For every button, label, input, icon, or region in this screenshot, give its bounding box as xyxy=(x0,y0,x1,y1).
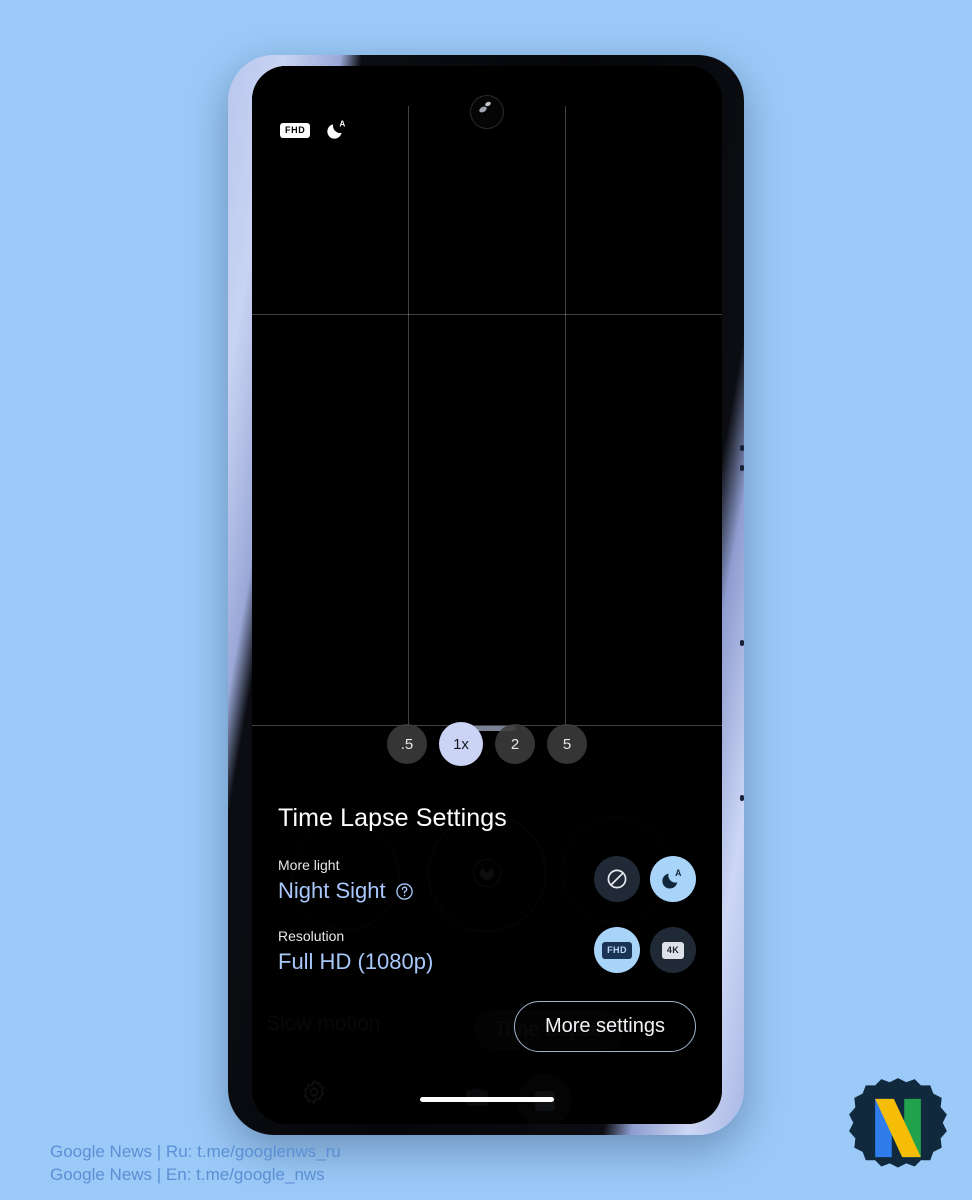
help-icon[interactable] xyxy=(395,882,414,901)
side-button-volume-down[interactable] xyxy=(740,640,744,646)
side-button-extra[interactable] xyxy=(740,795,744,801)
4k-badge-icon: 4K xyxy=(661,941,685,959)
side-button-power[interactable] xyxy=(740,445,744,451)
zoom-level-selector[interactable]: .5 1x 2 5 xyxy=(252,721,722,767)
option-more-light-night-sight-auto[interactable]: A xyxy=(650,856,696,902)
svg-text:A: A xyxy=(675,867,682,877)
grid-line-horizontal-top xyxy=(252,314,722,315)
svg-text:A: A xyxy=(340,119,346,128)
setting-value-text-night-sight: Night Sight xyxy=(278,878,386,903)
side-button-volume-up[interactable] xyxy=(740,465,744,471)
phone-device-frame: FHD A .5 1x 2 5 Slow motion xyxy=(228,55,744,1135)
front-camera-punch-hole xyxy=(471,96,503,128)
zoom-pill-0[interactable]: .5 xyxy=(387,724,427,764)
phone-screen: FHD A .5 1x 2 5 Slow motion xyxy=(252,66,722,1124)
fhd-badge[interactable]: FHD xyxy=(280,122,311,138)
setting-left-more-light: More light Night Sight xyxy=(278,855,414,904)
grid-line-vertical-right xyxy=(565,106,566,726)
option-resolution-fhd[interactable]: FHD xyxy=(594,927,640,973)
zoom-pill-2[interactable]: 2 xyxy=(495,724,535,764)
sheet-title: Time Lapse Settings xyxy=(278,804,507,832)
fhd-badge-icon: FHD xyxy=(602,941,632,959)
more-settings-button[interactable]: More settings xyxy=(513,1001,696,1052)
night-sight-auto-icon[interactable]: A xyxy=(326,118,350,142)
option-group-more-light[interactable]: A xyxy=(594,856,696,904)
option-more-light-off[interactable] xyxy=(594,856,640,902)
zoom-pill-3[interactable]: 5 xyxy=(547,724,587,764)
option-group-resolution[interactable]: FHD 4K xyxy=(594,927,696,975)
system-gesture-bar[interactable] xyxy=(420,1097,554,1102)
setting-left-resolution: Resolution Full HD (1080p) xyxy=(278,926,433,975)
setting-label-resolution: Resolution xyxy=(278,928,345,944)
google-news-logo xyxy=(846,1076,950,1180)
zoom-pill-1[interactable]: 1x xyxy=(439,722,483,766)
camera-viewfinder[interactable]: FHD A xyxy=(252,66,722,726)
setting-row-more-light: More light Night Sight A xyxy=(278,855,696,904)
grid-line-vertical-left xyxy=(408,106,409,726)
setting-label-more-light: More light xyxy=(278,857,340,873)
watermark-line-en: Google News | En: t.me/google_nws xyxy=(50,1165,325,1185)
watermark-line-ru: Google News | Ru: t.me/googlenws_ru xyxy=(50,1142,341,1161)
setting-row-resolution: Resolution Full HD (1080p) FHD 4K xyxy=(278,926,696,975)
setting-value-more-light: Night Sight xyxy=(278,878,414,904)
viewfinder-status-icons: FHD A xyxy=(280,118,350,142)
option-resolution-4k[interactable]: 4K xyxy=(650,927,696,973)
more-settings-row: More settings xyxy=(278,1001,696,1052)
time-lapse-settings-sheet: Time Lapse Settings More light Night Sig… xyxy=(252,726,722,1124)
setting-value-resolution: Full HD (1080p) xyxy=(278,949,434,974)
watermark: Google News | Ru: t.me/googlenws_ru Goog… xyxy=(50,1140,341,1187)
